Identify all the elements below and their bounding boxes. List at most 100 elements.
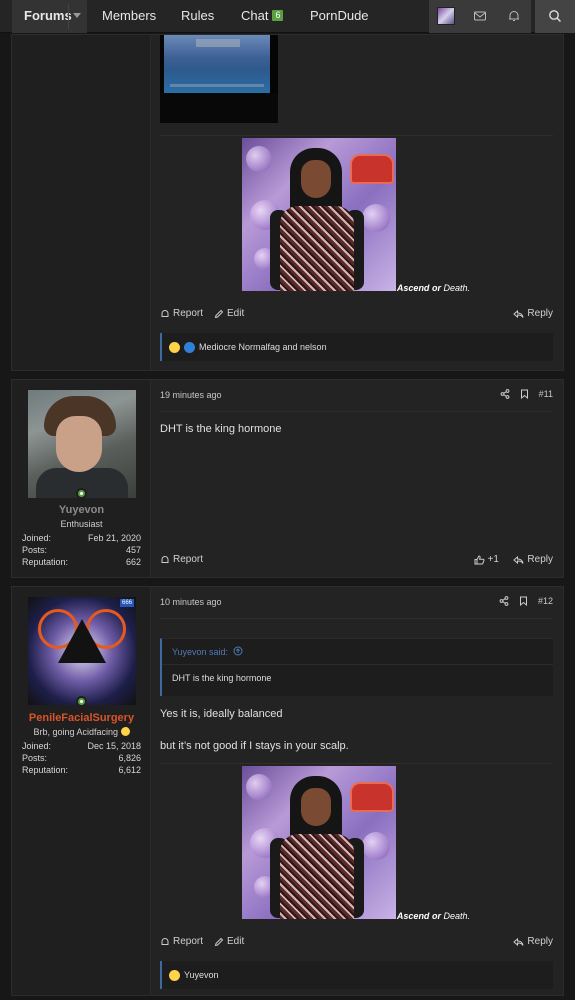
report-button[interactable]: Report xyxy=(160,936,203,947)
post-meta-actions: #11 xyxy=(500,389,553,399)
header-divider xyxy=(160,411,553,412)
nav-forums[interactable]: Forums xyxy=(12,0,87,33)
header-divider xyxy=(160,618,553,619)
person-face xyxy=(301,788,331,826)
reactions-bar[interactable]: Mediocre Normalfag and nelson xyxy=(160,333,553,361)
report-button[interactable]: Report xyxy=(160,308,203,319)
bookmark-icon[interactable] xyxy=(520,389,529,399)
search-button[interactable] xyxy=(535,0,575,33)
chevron-down-icon[interactable] xyxy=(73,13,81,18)
stat-value: 662 xyxy=(125,557,141,567)
share-icon[interactable] xyxy=(499,596,509,606)
report-label: Report xyxy=(173,308,204,319)
decor-bubble xyxy=(246,774,272,800)
reply-button[interactable]: Reply xyxy=(513,554,553,565)
bookmark-icon[interactable] xyxy=(519,596,528,606)
post-11: Yuyevon Enthusiast Joined: Feb 21, 2020 P… xyxy=(11,379,564,578)
reply-icon xyxy=(513,555,524,564)
nav-forums-label: Forums xyxy=(24,8,72,23)
post-user-column: Yuyevon Enthusiast Joined: Feb 21, 2020 P… xyxy=(12,380,151,577)
stat-value: 6,826 xyxy=(118,753,141,763)
quote-text: DHT is the king hormone xyxy=(172,673,272,683)
signature-divider xyxy=(160,763,553,764)
edit-button[interactable]: Edit xyxy=(214,936,244,947)
like-button[interactable]: +1 xyxy=(474,554,499,565)
image-person xyxy=(270,776,364,919)
report-button[interactable]: Report xyxy=(160,554,203,565)
inbox-button[interactable] xyxy=(463,0,497,33)
signature-text: Ascend or Death. xyxy=(320,911,470,921)
edit-button[interactable]: Edit xyxy=(214,308,244,319)
decor-bubble xyxy=(362,832,390,860)
signature-image[interactable] xyxy=(242,766,396,919)
stat-label: Reputation: xyxy=(22,765,69,775)
bell-icon xyxy=(161,937,169,945)
signature-end: Death. xyxy=(443,283,470,293)
username[interactable]: PenileFacialSurgery xyxy=(12,712,151,724)
person-body xyxy=(280,834,354,919)
post-body-line: Yes it is, ideally balanced xyxy=(160,708,283,720)
quote-author[interactable]: Yuyevon said: xyxy=(172,647,228,657)
thumbs-up-icon xyxy=(474,554,485,564)
signature-bold: Ascend xyxy=(396,283,430,293)
nav-chat-label: Chat xyxy=(241,8,269,23)
online-status-icon xyxy=(76,696,87,707)
quote-block: Yuyevon said: DHT is the king hormone xyxy=(160,638,553,696)
avatar-face xyxy=(56,416,102,472)
post-number[interactable]: #12 xyxy=(538,596,553,606)
signature-or: or xyxy=(431,283,441,293)
image-frame xyxy=(160,93,278,123)
user-title: Enthusiast xyxy=(60,519,103,529)
like-emoji-icon xyxy=(184,341,195,353)
nav-porndude[interactable]: PornDude xyxy=(310,0,369,33)
post-meta-actions: #12 xyxy=(499,596,553,606)
reply-label: Reply xyxy=(527,308,553,319)
arrow-up-circle-icon[interactable] xyxy=(233,646,243,656)
reply-label: Reply xyxy=(527,936,553,947)
decor-bubble xyxy=(246,146,272,172)
stat-value: 6,612 xyxy=(118,765,141,775)
nav-rules[interactable]: Rules xyxy=(181,0,214,33)
reply-icon xyxy=(513,309,524,318)
stat-label: Joined: xyxy=(22,533,52,543)
reply-button[interactable]: Reply xyxy=(513,936,553,947)
image-bar xyxy=(170,84,264,87)
reactions-users[interactable]: Yuyevon xyxy=(184,970,219,980)
reply-button[interactable]: Reply xyxy=(513,308,553,319)
user-avatar[interactable]: 666 xyxy=(28,597,136,705)
signature-bold: Ascend xyxy=(396,911,430,921)
user-avatar[interactable] xyxy=(28,390,136,498)
report-label: Report xyxy=(173,936,204,947)
nav-members[interactable]: Members xyxy=(102,0,156,33)
post-content: 10 minutes ago #12 Yuyevon said: DHT is … xyxy=(160,587,553,995)
user-title-text: Brb, going Acidfacing xyxy=(33,727,119,737)
post-content: Ascend or Death. Report Edit Reply Medio… xyxy=(160,35,553,370)
bell-icon xyxy=(509,11,519,21)
avatar-triangle xyxy=(58,619,106,663)
alerts-button[interactable] xyxy=(497,0,531,33)
signature-image[interactable] xyxy=(242,138,396,291)
account-avatar-button[interactable] xyxy=(429,0,463,33)
stat-posts: Posts: 457 xyxy=(22,545,141,555)
username[interactable]: Yuyevon xyxy=(12,504,151,516)
reactions-users[interactable]: Mediocre Normalfag and nelson xyxy=(199,342,327,352)
quote-header[interactable]: Yuyevon said: xyxy=(162,639,553,665)
image-screen xyxy=(164,35,270,93)
reply-label: Reply xyxy=(527,554,553,565)
mail-icon xyxy=(474,11,486,21)
avatar xyxy=(437,7,455,25)
top-nav: Forums Members Rules Chat 6 PornDude xyxy=(0,0,575,33)
embedded-image-minecraft[interactable] xyxy=(160,35,278,123)
signature-end: Death. xyxy=(443,911,470,921)
avatar-badge: 666 xyxy=(119,599,134,607)
user-title: Brb, going Acidfacing xyxy=(12,727,151,737)
post-timestamp[interactable]: 10 minutes ago xyxy=(160,597,222,607)
stat-joined: Joined: Feb 21, 2020 xyxy=(22,533,141,543)
nav-chat[interactable]: Chat 6 xyxy=(241,0,284,33)
post-timestamp[interactable]: 19 minutes ago xyxy=(160,390,222,400)
share-icon[interactable] xyxy=(500,389,510,399)
stat-label: Reputation: xyxy=(22,557,69,567)
online-status-icon xyxy=(76,488,87,499)
post-number[interactable]: #11 xyxy=(539,389,553,399)
reactions-bar[interactable]: Yuyevon xyxy=(160,961,553,989)
